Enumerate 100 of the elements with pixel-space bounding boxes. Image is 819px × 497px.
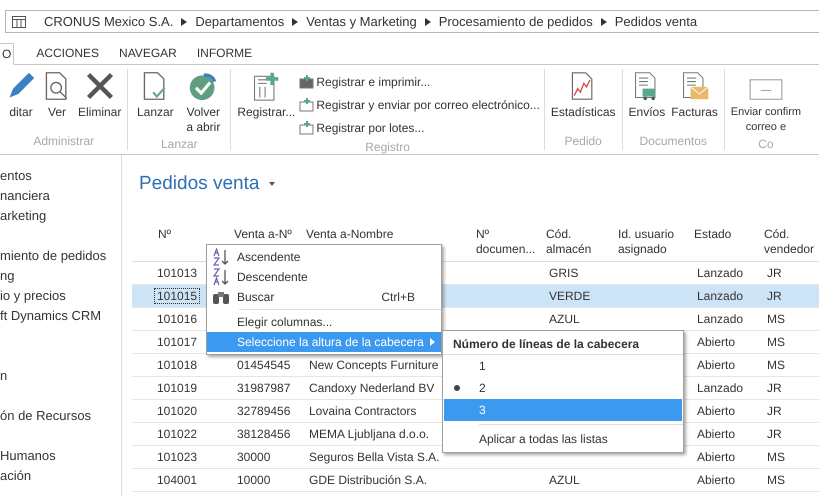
table-cell-text: JR [766,404,783,418]
table-cell-text: VERDE [548,289,592,303]
table-cell-text: 38128456 [236,427,292,441]
table-cell-text: 01454545 [236,358,292,372]
breadcrumb-link[interactable]: CRONUS Mexico S.A. [44,12,174,32]
table-cell-text: Lanzado [696,266,744,280]
table-cell-text: GDE Distribución S.A. [308,473,428,487]
table-cell-text: MS [766,312,786,326]
table-cell-text: Abierto [696,473,736,487]
table-cell-text: AZUL [548,312,581,326]
ribbon-button[interactable]: Enviar confirm correo e [726,69,806,135]
table-cell-text: 101013 [156,266,198,280]
table-cell-text: Seguros Bella Vista S.A. [308,450,441,464]
table-cell-text: 101020 [156,404,198,418]
ribbon-button[interactable]: Estadísticas [548,69,618,132]
table-cell-text: AZUL [548,473,581,487]
table-cell-text: Abierto [696,358,736,372]
table-cell-text: Abierto [696,427,736,441]
page-title: Pedidos venta [139,172,260,196]
table-cell-text: MS [766,358,786,372]
ribbon-button[interactable]: Registrar... [235,69,298,138]
table-cell-text: 30000 [236,450,272,464]
table-cell-text: 101019 [156,381,198,395]
group-label: Co [757,136,775,153]
nav-item[interactable]: entos [0,166,121,186]
menu-item[interactable]: Descendente [207,267,441,287]
menu-item[interactable]: Buscar Ctrl+B [207,287,441,307]
table-cell-text: Candoxy Nederland BV [308,381,436,395]
table-cell-text: Abierto [696,335,736,349]
table-cell-text: 101022 [156,427,198,441]
ribbon-button[interactable]: Ver [40,69,74,132]
menu-item[interactable]: Elegir columnas... [207,312,441,332]
table-cell-text: 101023 [156,450,198,464]
shortcut-label: Ctrl+B [381,289,416,306]
table-cell-text: JR [766,266,783,280]
ribbon-tab[interactable]: ACCIONES [26,42,110,64]
ribbon-button[interactable]: ditar [4,69,38,132]
column-header[interactable]: Nº [158,227,226,242]
column-header[interactable]: Cód. almacén [546,227,610,257]
menu-item[interactable]: 2 [444,377,682,399]
table-cell-text: Lanzado [696,312,744,326]
table-cell-text: Lanzado [696,289,744,303]
ribbon-button[interactable]: Registrar e imprimir... [299,71,540,92]
submenu-title: Número de líneas de la cabecera [443,333,683,355]
column-header[interactable]: Estado [694,227,756,242]
column-header[interactable]: Cód. vendedor [764,227,817,257]
ribbon-button[interactable]: Lanzar [132,69,178,135]
nav-item[interactable]: nanciera [0,186,121,206]
table-cell-text: New Concepts Furniture [308,358,440,372]
table-cell-text: Abierto [696,404,736,418]
nav-item[interactable]: ng [0,266,121,286]
nav-item[interactable]: ación [0,466,121,486]
ribbon-button[interactable]: Eliminar [76,69,124,132]
breadcrumb-link[interactable]: Departamentos [195,12,284,32]
nav-item[interactable]: miento de pedidos [0,246,121,266]
ribbon-button[interactable]: Facturas [669,69,720,132]
nav-item[interactable]: ft Dynamics CRM [0,306,121,326]
ribbon-tab[interactable]: INFORME [186,42,262,64]
nav-item[interactable]: arketing [0,206,121,226]
table-cell-text: JR [766,289,783,303]
table-cell-text: 104001 [156,473,198,487]
table-cell-text: 101017 [156,335,198,349]
nav-item[interactable]: n [0,366,121,386]
breadcrumb-link[interactable]: Procesamiento de pedidos [438,12,593,32]
table-cell-text: 101018 [156,358,198,372]
group-label: Documentos [638,133,708,150]
table-cell-text: Lanzado [696,381,744,395]
table-cell-text: Lovaina Contractors [308,404,418,418]
group-label: Pedido [563,133,603,150]
ribbon-button[interactable]: Envíos [626,69,668,132]
table-cell-text: MS [766,450,786,464]
table-cell-text: JR [766,381,783,395]
ribbon-button[interactable]: Volver a abrir [180,69,226,135]
breadcrumb-link[interactable]: Ventas y Marketing [306,12,417,32]
ribbon-tab[interactable]: NAVEGAR [109,42,187,64]
group-label: Registro [364,139,411,156]
menu-item[interactable]: 1 [444,355,682,377]
table-cell-text: MS [766,335,786,349]
table-cell-text: 101016 [156,312,198,326]
table-cell-text: GRIS [548,266,580,280]
table-cell: 101015 [154,288,200,304]
table-cell-text: MS [766,473,786,487]
ribbon-button[interactable]: Registrar por lotes... [299,117,540,138]
table-cell-text: 32789456 [236,404,292,418]
group-label: Lanzar [160,136,199,153]
table-cell-text: 31987987 [236,381,292,395]
nav-item[interactable]: ón de Recursos [0,406,121,426]
nav-item[interactable]: Humanos [0,446,121,466]
ribbon-tab[interactable]: O [0,43,14,65]
column-header[interactable]: Venta a-Nº [234,227,298,242]
column-header[interactable]: Id. usuario asignado [618,227,686,257]
column-header[interactable]: Nº documen... [476,227,538,257]
group-label: Administrar [32,133,96,150]
table-cell-text: 10000 [236,473,272,487]
table-cell-text: JR [766,427,783,441]
ribbon-button[interactable]: Registrar y enviar por correo electrónico... [299,94,540,115]
breadcrumb-link[interactable]: Pedidos venta [614,12,698,32]
column-header[interactable]: Venta a-Nombre [306,227,468,242]
table-cell-text: Abierto [696,450,736,464]
nav-item[interactable]: io y precios [0,286,121,306]
